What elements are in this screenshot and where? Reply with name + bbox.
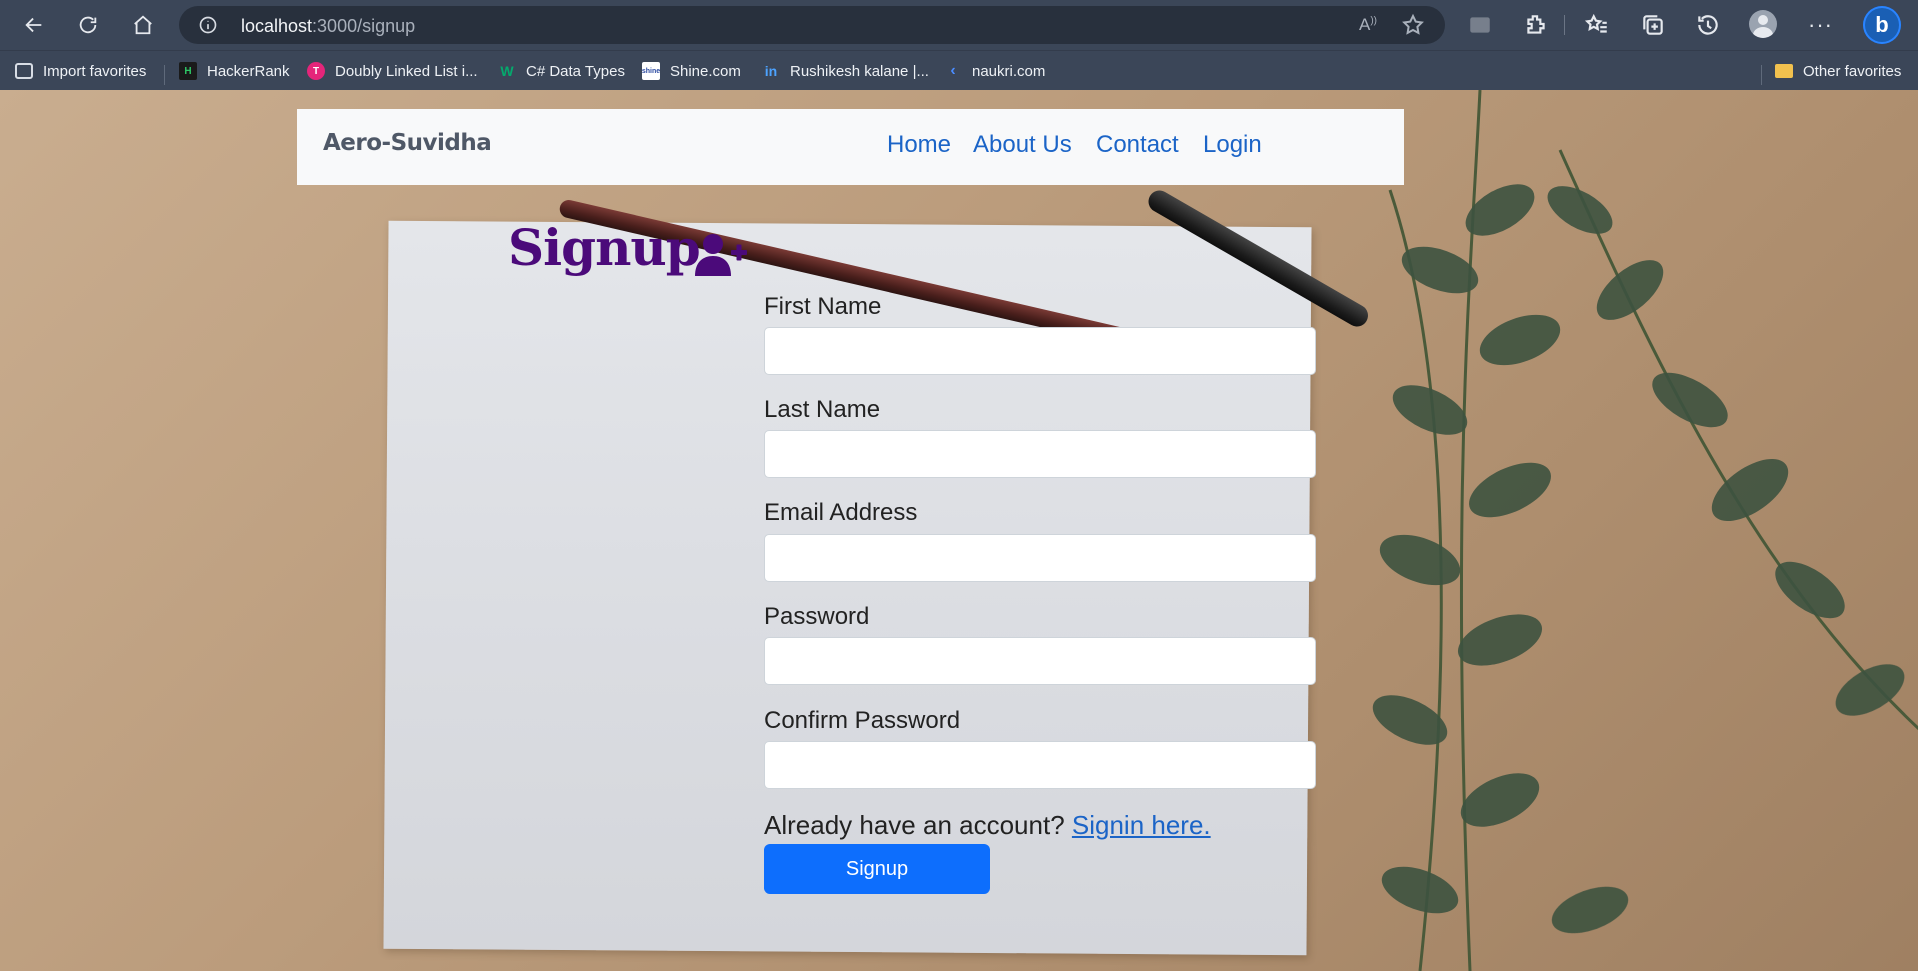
bookmark-divider	[164, 65, 165, 85]
bookmark-label: Other favorites	[1803, 62, 1902, 80]
background-plant	[1372, 90, 1918, 971]
back-icon[interactable]	[17, 8, 51, 42]
user-plus-icon	[695, 234, 747, 276]
signin-prompt-text: Already have an account?	[764, 810, 1065, 840]
bookmark-label: HackerRank	[207, 62, 290, 80]
favorites-icon[interactable]	[1584, 12, 1610, 38]
last-name-label: Last Name	[764, 396, 881, 423]
password-label: Password	[764, 603, 870, 630]
import-icon	[15, 63, 33, 79]
nav-link-contact[interactable]: Contact	[1096, 131, 1179, 159]
bing-copilot-icon[interactable]: b	[1863, 6, 1901, 44]
bookmark-csharp-data-types[interactable]: W C# Data Types	[498, 61, 625, 81]
browser-toolbar: localhost:3000/signup A)) ··· b	[0, 0, 1918, 50]
bookmark-doubly-linked-list[interactable]: T Doubly Linked List i...	[307, 61, 478, 81]
page-viewport: Aero-Suvidha Home About Us Contact Login…	[0, 90, 1918, 971]
page-title: Signup	[508, 218, 701, 277]
bookmark-shine[interactable]: shine Shine.com	[642, 61, 741, 81]
bookmark-label: Rushikesh kalane |...	[790, 62, 929, 80]
bookmark-hackerrank[interactable]: H HackerRank	[179, 61, 290, 81]
history-icon[interactable]	[1695, 12, 1721, 38]
signin-link[interactable]: Signin here.	[1072, 810, 1211, 840]
nav-link-login[interactable]: Login	[1203, 131, 1262, 159]
collections-icon[interactable]	[1640, 12, 1666, 38]
more-options-icon[interactable]: ···	[1808, 12, 1833, 38]
bookmark-label: Import favorites	[43, 62, 147, 80]
bookmark-naukri[interactable]: ‹ naukri.com	[944, 61, 1045, 81]
shine-icon: shine	[642, 62, 660, 80]
bookmark-import-favorites[interactable]: Import favorites	[15, 61, 146, 81]
bookmark-label: C# Data Types	[526, 62, 625, 80]
password-input[interactable]	[764, 637, 1316, 685]
bookmark-label: naukri.com	[972, 62, 1046, 80]
bookmark-other-favorites[interactable]: Other favorites	[1775, 61, 1901, 81]
confirm-password-label: Confirm Password	[764, 707, 961, 734]
bookmarks-bar: Import favorites H HackerRank T Doubly L…	[0, 50, 1918, 90]
reload-icon[interactable]	[71, 8, 105, 42]
w3-icon: W	[500, 63, 514, 79]
tutorial-icon: T	[307, 62, 325, 80]
site-navbar: Aero-Suvidha Home About Us Contact Login	[297, 109, 1404, 185]
extensions-icon[interactable]	[1523, 12, 1549, 38]
first-name-label: First Name	[764, 293, 882, 320]
home-icon[interactable]	[126, 8, 160, 42]
signin-prompt: Already have an account? Signin here.	[764, 810, 1211, 841]
url-text[interactable]: localhost:3000/signup	[241, 16, 415, 37]
last-name-input[interactable]	[764, 430, 1316, 478]
add-favorite-icon[interactable]	[1401, 13, 1425, 37]
linkedin-icon: in	[764, 63, 778, 79]
naukri-icon: ‹	[950, 62, 956, 79]
signup-button[interactable]: Signup	[764, 844, 990, 894]
tracking-prevention-icon[interactable]	[1467, 12, 1493, 38]
nav-link-about-us[interactable]: About Us	[973, 131, 1072, 159]
toolbar-divider	[1564, 15, 1565, 35]
bookmark-label: Shine.com	[670, 62, 741, 80]
email-input[interactable]	[764, 534, 1316, 582]
bookmark-label: Doubly Linked List i...	[335, 62, 478, 80]
nav-link-home[interactable]: Home	[887, 131, 951, 159]
folder-icon	[1775, 64, 1793, 78]
site-info-icon[interactable]	[198, 15, 218, 35]
bookmark-linkedin[interactable]: in Rushikesh kalane |...	[762, 61, 929, 81]
read-aloud-icon[interactable]: A))	[1359, 15, 1377, 35]
bookmark-divider	[1761, 65, 1762, 85]
address-bar[interactable]: localhost:3000/signup A))	[179, 6, 1445, 44]
brand-logo[interactable]: Aero-Suvidha	[323, 130, 492, 156]
confirm-password-input[interactable]	[764, 741, 1316, 789]
first-name-input[interactable]	[764, 327, 1316, 375]
profile-avatar[interactable]	[1749, 10, 1777, 38]
hackerrank-icon: H	[179, 62, 197, 80]
email-label: Email Address	[764, 499, 918, 526]
